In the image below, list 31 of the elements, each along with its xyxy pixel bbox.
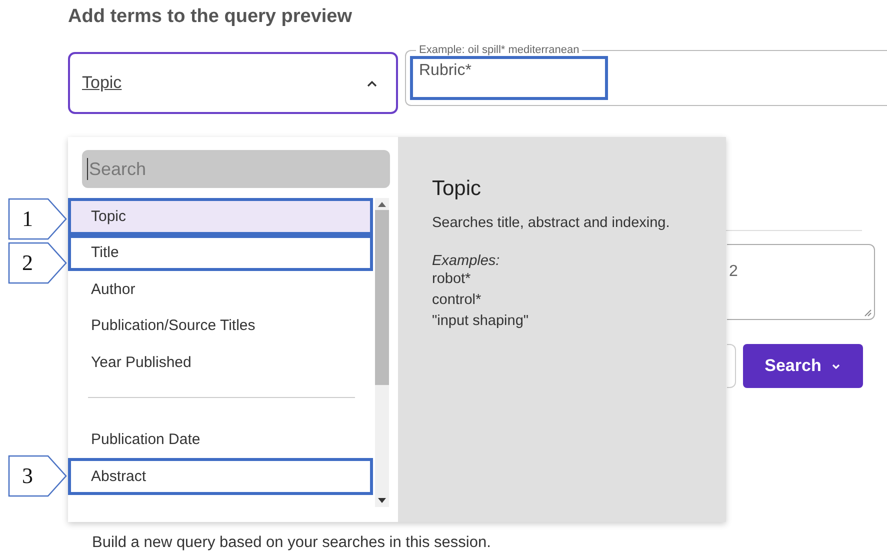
footer-text: Build a new query based on your searches in this session. xyxy=(92,534,491,552)
example-text: robot* xyxy=(432,270,472,289)
dropdown-option[interactable]: Publication/Source Titles xyxy=(68,308,373,344)
chevron-icon xyxy=(831,362,842,370)
dropdown-option[interactable]: Year Published xyxy=(68,344,373,380)
resize-grip-icon xyxy=(862,307,872,317)
scrollbar[interactable] xyxy=(375,198,389,507)
field-legend: Example: oil spill* mediterranean xyxy=(416,44,582,56)
scroll-up-icon xyxy=(378,202,386,207)
field-select[interactable]: Topic xyxy=(68,52,398,114)
dropdown-option[interactable]: Topic xyxy=(68,198,373,234)
section-heading: Add terms to the query preview xyxy=(68,6,352,28)
help-title: Topic xyxy=(432,177,482,201)
example-text: "input shaping" xyxy=(432,312,530,332)
help-description: Searches title, abstract and indexing. xyxy=(432,215,671,231)
dropdown-option[interactable]: Author xyxy=(68,271,373,308)
callout-marker: 1 xyxy=(8,198,68,240)
dropdown-option[interactable]: Abstract xyxy=(68,458,373,494)
scroll-down-icon xyxy=(378,498,386,503)
chevron-icon xyxy=(366,79,378,87)
query-textarea[interactable]: 2 xyxy=(727,244,875,320)
query-field[interactable]: Example: oil spill* mediterranean Rubric* xyxy=(405,44,887,106)
examples-label: Examples: xyxy=(432,253,501,269)
search-button[interactable]: Search xyxy=(743,344,863,388)
query-text: Rubric* xyxy=(410,56,608,100)
dropdown-option[interactable]: Title xyxy=(68,234,373,271)
example-text: control* xyxy=(432,291,482,310)
input-field[interactable] xyxy=(727,344,736,388)
callout-marker: 2 xyxy=(8,242,68,284)
dropdown-option[interactable]: Publication Date xyxy=(68,422,373,458)
callout-marker: 3 xyxy=(8,455,68,497)
